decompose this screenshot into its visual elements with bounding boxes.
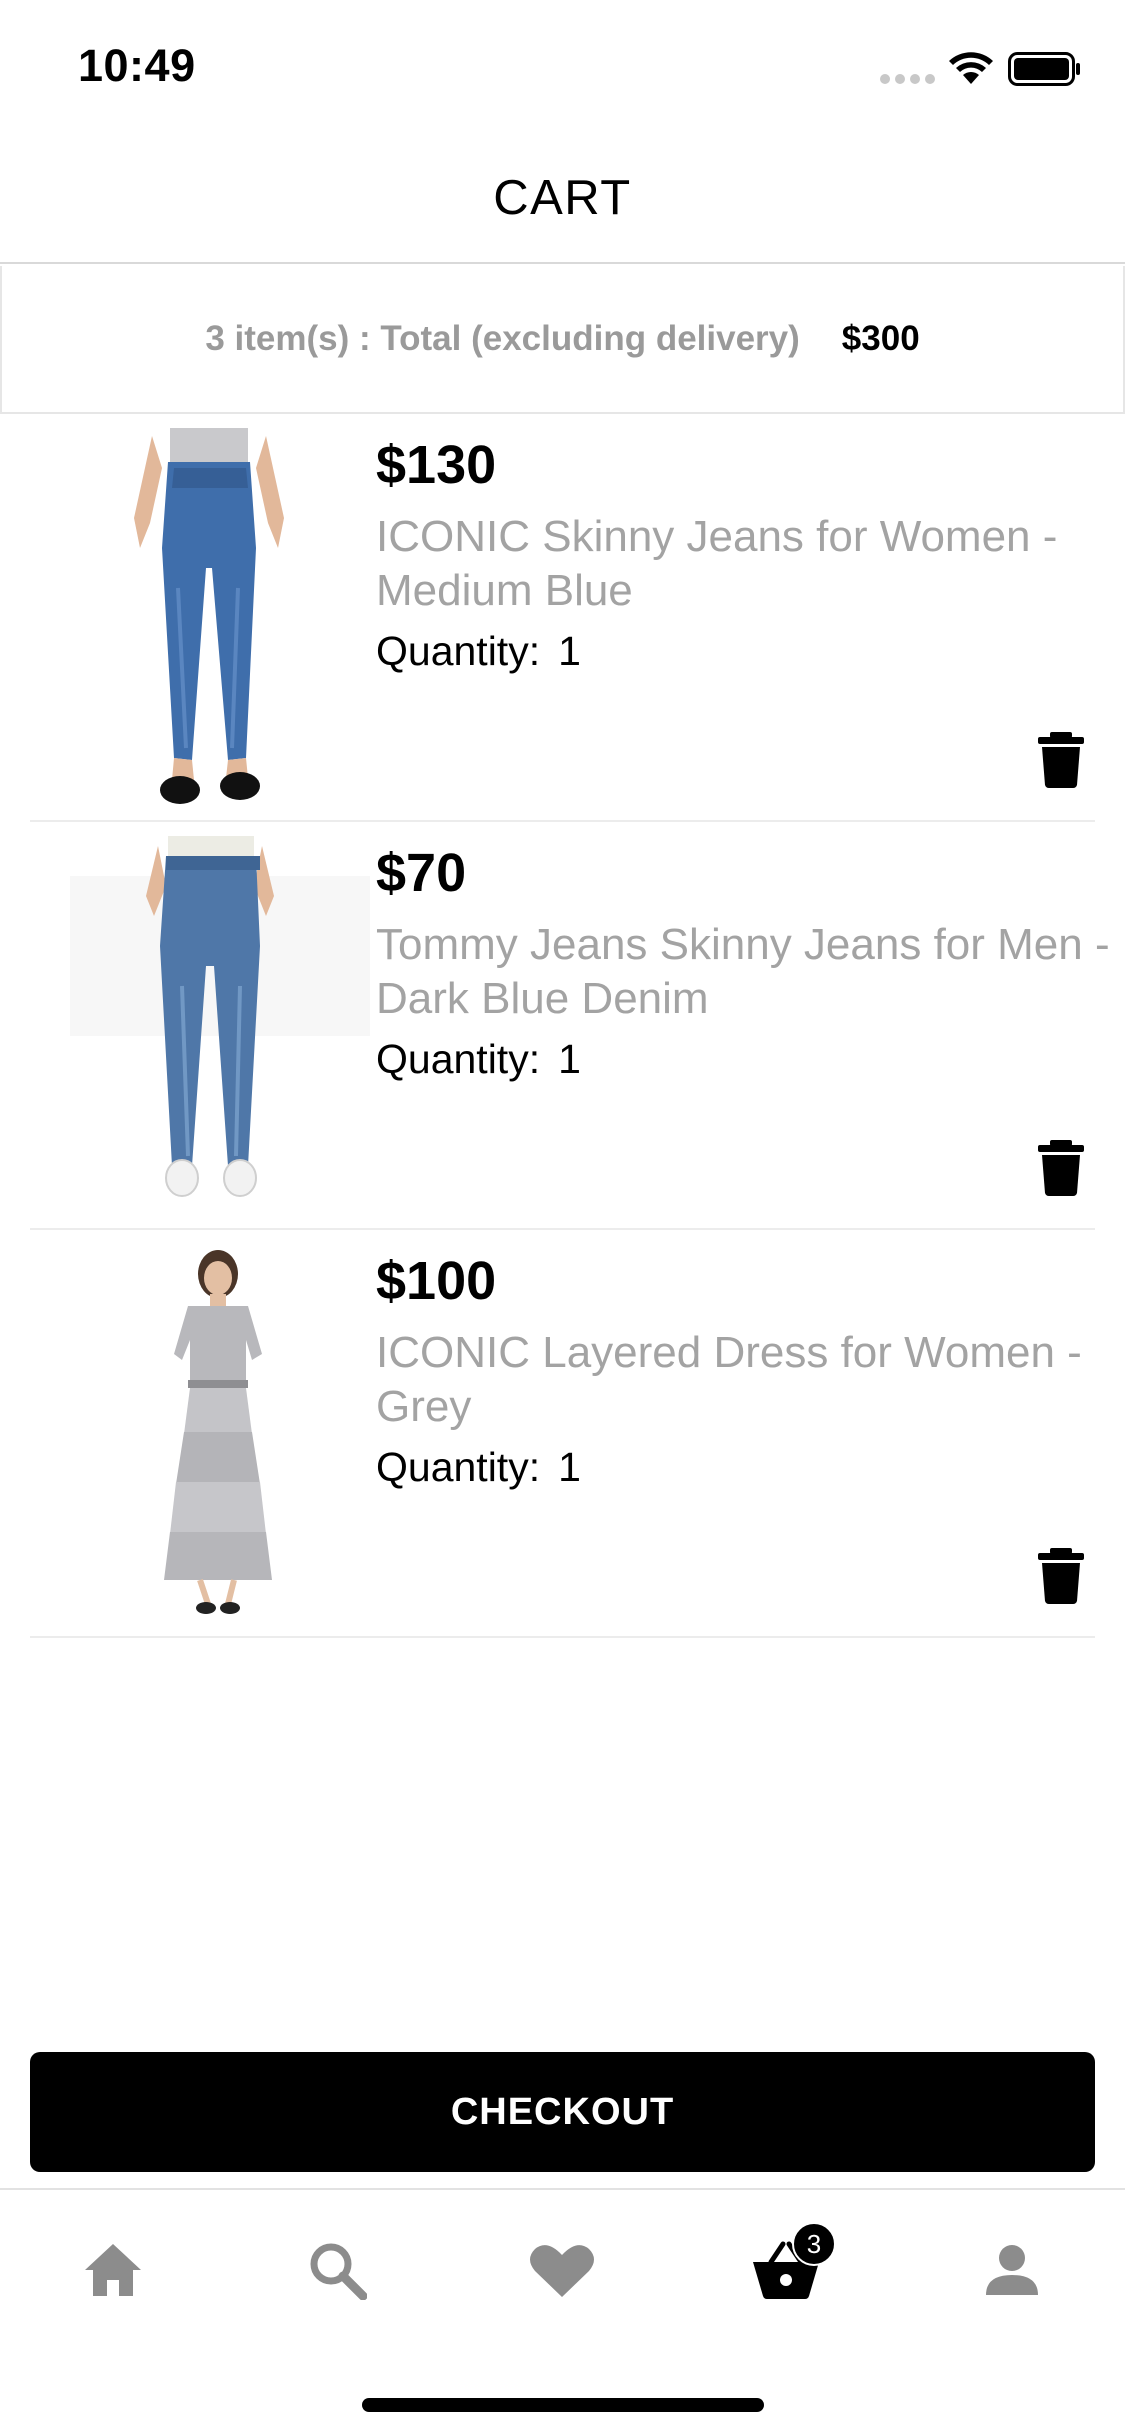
item-name[interactable]: Tommy Jeans Skinny Jeans for Men - Dark …: [376, 918, 1116, 1026]
heart-icon: [530, 2245, 594, 2297]
nav-header: CART: [0, 132, 1125, 264]
tab-cart[interactable]: 3: [746, 2222, 836, 2310]
trash-icon[interactable]: [1036, 732, 1086, 788]
trash-icon[interactable]: [1036, 1548, 1086, 1604]
item-name[interactable]: ICONIC Skinny Jeans for Women - Medium B…: [376, 510, 1116, 618]
item-price: $70: [376, 843, 467, 903]
quantity-label: Quantity:: [376, 1444, 541, 1490]
product-image[interactable]: [50, 836, 370, 1216]
tab-home[interactable]: [73, 2230, 153, 2310]
quantity-value: 1: [558, 628, 581, 674]
home-indicator: [362, 2398, 764, 2412]
page-title: CART: [493, 171, 632, 225]
search-icon: [310, 2243, 367, 2300]
item-name[interactable]: ICONIC Layered Dress for Women - Grey: [376, 1326, 1116, 1434]
item-quantity: Quantity: 1: [376, 1036, 581, 1083]
summary-total: $300: [841, 319, 920, 358]
cart-item[interactable]: $100 ICONIC Layered Dress for Women - Gr…: [30, 1230, 1095, 1638]
item-price: $130: [376, 435, 497, 495]
tab-profile[interactable]: [972, 2230, 1052, 2310]
checkout-button[interactable]: CHECKOUT: [30, 2052, 1095, 2172]
summary-label: 3 item(s) : Total (excluding delivery): [205, 319, 800, 358]
battery-icon: [1008, 52, 1080, 86]
cart-item[interactable]: $70 Tommy Jeans Skinny Jeans for Men - D…: [30, 822, 1110, 1230]
quantity-value: 1: [558, 1444, 581, 1490]
wifi-icon: [949, 52, 993, 84]
cart-badge: 3: [792, 2222, 836, 2266]
quantity-label: Quantity:: [376, 628, 541, 674]
signal-dots-icon: [880, 74, 936, 86]
user-icon: [986, 2245, 1038, 2295]
item-price: $100: [376, 1251, 497, 1311]
home-icon: [85, 2244, 141, 2296]
product-image[interactable]: [50, 428, 370, 808]
status-time: 10:49: [78, 40, 196, 91]
quantity-value: 1: [558, 1036, 581, 1082]
cart-item[interactable]: $130 ICONIC Skinny Jeans for Women - Med…: [30, 414, 1095, 822]
trash-icon[interactable]: [1036, 1140, 1086, 1196]
tab-search[interactable]: [297, 2230, 377, 2310]
tab-favorites[interactable]: [522, 2230, 602, 2310]
item-quantity: Quantity: 1: [376, 1444, 581, 1491]
product-image[interactable]: [50, 1244, 370, 1624]
status-bar: 10:49: [0, 0, 1125, 132]
quantity-label: Quantity:: [376, 1036, 541, 1082]
cart-list: $130 ICONIC Skinny Jeans for Women - Med…: [0, 414, 1125, 1638]
item-quantity: Quantity: 1: [376, 628, 581, 675]
cart-summary: 3 item(s) : Total (excluding delivery) $…: [0, 266, 1125, 414]
cart-screen: 10:49 CART 3 item(s) : Total (excluding …: [0, 0, 1125, 2436]
